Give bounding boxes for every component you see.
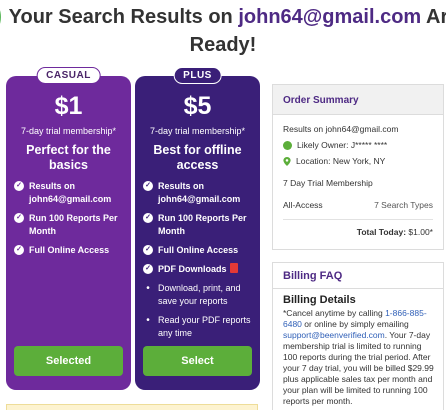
title-suffix: Are [426,5,446,28]
feature-item: ✓ Run 100 Reports Per Month [14,212,126,238]
page-title: Your Search Results on john64@gmail.com … [9,6,446,29]
order-total: Total Today: $1.00* [283,224,433,240]
page-title-line: Your Search Results on john64@gmail.com … [0,4,446,30]
notice-strip [6,404,258,410]
billing-faq-heading: Billing FAQ [273,263,443,289]
plan-tagline: Best for offline access [153,143,242,172]
feature-item: ✓ PDF Downloads [143,263,255,276]
total-label: Total Today: [356,227,407,237]
feature-label: Run 100 Reports Per Month [158,213,247,236]
plan-card-casual[interactable]: CASUAL $1 7-day trial membership* Perfec… [6,67,131,390]
order-results-on: Results on john64@gmail.com [283,124,399,134]
feature-item: ✓ Full Online Access [143,244,255,257]
order-location: Location: New York, NY [283,153,433,169]
total-amount: $1.00* [408,227,433,237]
plan-trial-text: 7-day trial membership* [149,126,246,136]
billing-details-text: *Cancel anytime by calling 1-866-885-648… [283,308,435,407]
billing-faq-panel: Billing FAQ Billing Details *Cancel anyt… [272,262,444,410]
bullet-icon: • [146,315,150,326]
select-button[interactable]: Select [143,346,252,376]
plan-price: $5 [183,92,212,120]
plan-trial-text: 7-day trial membership* [20,126,117,136]
order-membership: 7 Day Trial Membership [283,178,373,188]
billing-details-title: Billing Details [283,294,356,306]
feature-label: Full Online Access [158,245,239,255]
plan-badge: CASUAL [36,67,101,84]
feature-item: ✓ Full Online Access [14,244,126,257]
feature-bullet: • Read your PDF reports any time [143,314,255,340]
check-icon: ✓ [14,245,24,255]
plan-card-plus[interactable]: PLUS $5 7-day trial membership* Best for… [135,67,260,390]
feature-label: Results on john64@gmail.com [158,181,241,204]
plan-badge: PLUS [173,67,222,84]
feature-item: ✓ Run 100 Reports Per Month [143,212,255,238]
title-prefix: Your Search Results on [8,5,239,28]
selected-button[interactable]: Selected [14,346,123,376]
feature-label: Run 100 Reports Per Month [29,213,118,236]
location-text: Location: New York, NY [296,156,386,166]
divider [283,219,433,220]
check-icon: ✓ [143,264,153,274]
access-value: 7 Search Types [374,200,433,210]
access-label: All-Access [283,200,323,210]
plan-tagline: Perfect for the basics [26,143,111,172]
check-icon: ✓ [143,181,153,191]
plan-feature-list: ✓ Results on john64@gmail.com ✓ Run 100 Re… [143,180,255,346]
feature-label: PDF Downloads [158,264,227,274]
check-icon: ✓ [143,245,153,255]
person-icon [283,140,292,150]
feature-label: Download, print, and save your reports [158,283,241,306]
pdf-icon [229,263,238,273]
plan-price: $1 [54,92,83,120]
bullet-icon: • [146,283,150,294]
order-summary-heading: Order Summary [273,85,443,115]
page-title-line-2: Ready! [189,34,257,56]
check-icon: ✓ [143,213,153,223]
check-icon: ✓ [14,181,24,191]
likely-owner-text: Likely Owner: J***** **** [297,140,388,150]
order-summary-panel: Order Summary Results on john64@gmail.co… [272,84,444,250]
billing-text-part: or online by simply emailing [301,319,409,329]
location-pin-icon [283,156,291,166]
order-likely-owner: Likely Owner: J***** **** [283,137,433,153]
page-header: Your Search Results on john64@gmail.com … [0,0,446,62]
feature-label: Results on john64@gmail.com [29,181,112,204]
document-check-icon [0,4,1,30]
feature-item: ✓ Results on john64@gmail.com [143,180,255,206]
plan-feature-list: ✓ Results on john64@gmail.com ✓ Run 100 Re… [14,180,126,263]
title-email: john64@gmail.com [238,5,422,28]
order-access-row: All-Access 7 Search Types [283,197,433,213]
feature-label: Read your PDF reports any time [158,315,251,338]
billing-text-part: *Cancel anytime by calling [283,308,386,318]
feature-item: ✓ Results on john64@gmail.com [14,180,126,206]
feature-bullet: • Download, print, and save your reports [143,282,255,308]
support-email-link[interactable]: support@beenverified.com [283,330,385,340]
billing-text-part: . Your 7-day membership trial is limited… [283,330,434,406]
feature-label: Full Online Access [29,245,110,255]
check-icon: ✓ [14,213,24,223]
